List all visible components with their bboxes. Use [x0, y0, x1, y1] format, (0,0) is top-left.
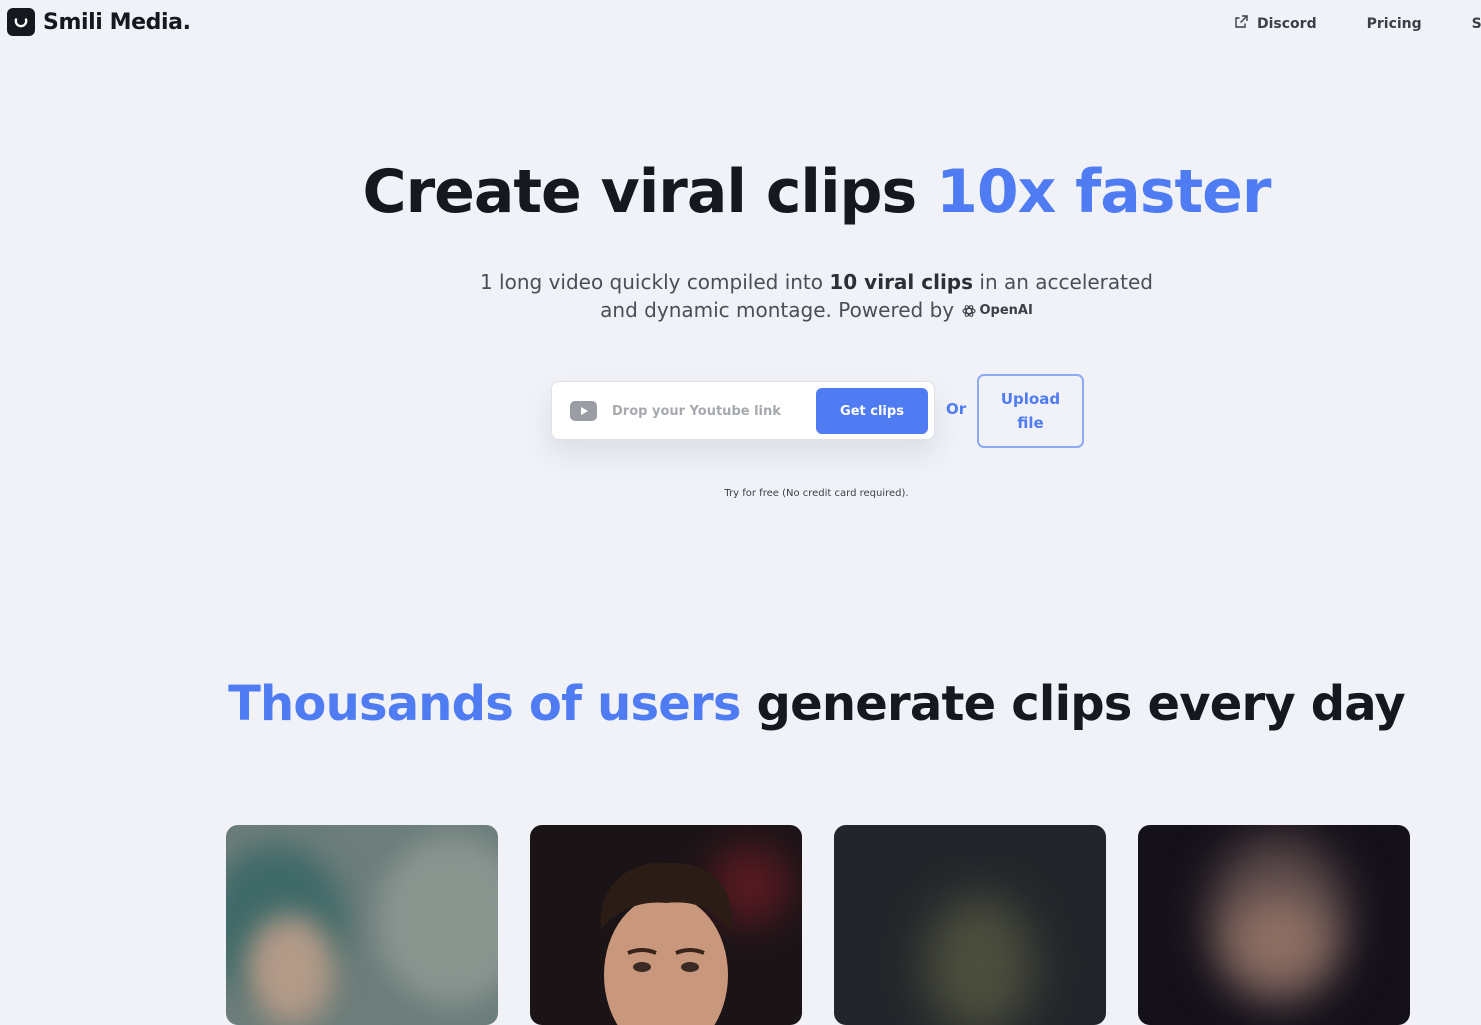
- youtube-link-form: Get clips: [551, 381, 935, 440]
- social-proof-title-accent: Thousands of users: [228, 676, 741, 732]
- blur-shape: [1228, 895, 1328, 985]
- hero-subtitle: 1 long video quickly compiled into 10 vi…: [0, 268, 1481, 326]
- subtitle-line-2: and dynamic montage. Powered by: [600, 298, 955, 322]
- nav-pricing-link[interactable]: Pricing: [1367, 16, 1422, 32]
- hero-title-main: Create viral clips: [362, 157, 918, 227]
- main-nav: Discord Pricing Sig: [1234, 14, 1481, 33]
- social-proof-title-main: generate clips every day: [756, 676, 1406, 732]
- hero-title-accent: 10x faster: [936, 157, 1271, 227]
- blur-shape: [924, 895, 1034, 1025]
- youtube-link-input[interactable]: [612, 399, 812, 423]
- get-clips-button[interactable]: Get clips: [816, 388, 928, 434]
- youtube-play-icon: [570, 401, 597, 421]
- free-trial-note: Try for free (No credit card required).: [724, 488, 909, 499]
- hero-title: Create viral clips 10x faster: [0, 152, 1481, 232]
- clip-preview-card-2[interactable]: [530, 825, 802, 1025]
- brand-name: Smili Media.: [43, 9, 191, 35]
- subtitle-text-a: 1 long video quickly compiled into: [479, 270, 824, 294]
- nav-discord-label: Discord: [1257, 15, 1317, 32]
- upload-file-button[interactable]: Upload file: [977, 374, 1084, 448]
- brand-logo-link[interactable]: Smili Media.: [7, 8, 191, 36]
- clip-preview-card-4[interactable]: [1138, 825, 1410, 1025]
- social-proof-title: Thousands of users generate clips every …: [0, 672, 1481, 736]
- subtitle-text-b: in an accelerated: [979, 270, 1154, 294]
- subtitle-highlight: 10 viral clips: [829, 270, 974, 294]
- external-link-icon: [1234, 14, 1249, 33]
- openai-logo-text: OpenAI: [979, 302, 1033, 318]
- nav-discord-link[interactable]: Discord: [1234, 14, 1317, 33]
- openai-logo: OpenAI: [961, 297, 1033, 325]
- smile-logo-icon: [7, 8, 35, 36]
- clip-preview-card-1[interactable]: [226, 825, 498, 1025]
- top-nav-bar: Smili Media. Discord Pricing Sig: [0, 0, 1481, 46]
- openai-knot-icon: [961, 304, 976, 317]
- or-separator: Or: [946, 400, 967, 418]
- person-portrait: [600, 862, 732, 1025]
- clip-preview-card-3[interactable]: [834, 825, 1106, 1025]
- blur-shape: [376, 835, 498, 1005]
- nav-signin-link[interactable]: Sig: [1472, 16, 1481, 32]
- blur-shape: [246, 915, 336, 1025]
